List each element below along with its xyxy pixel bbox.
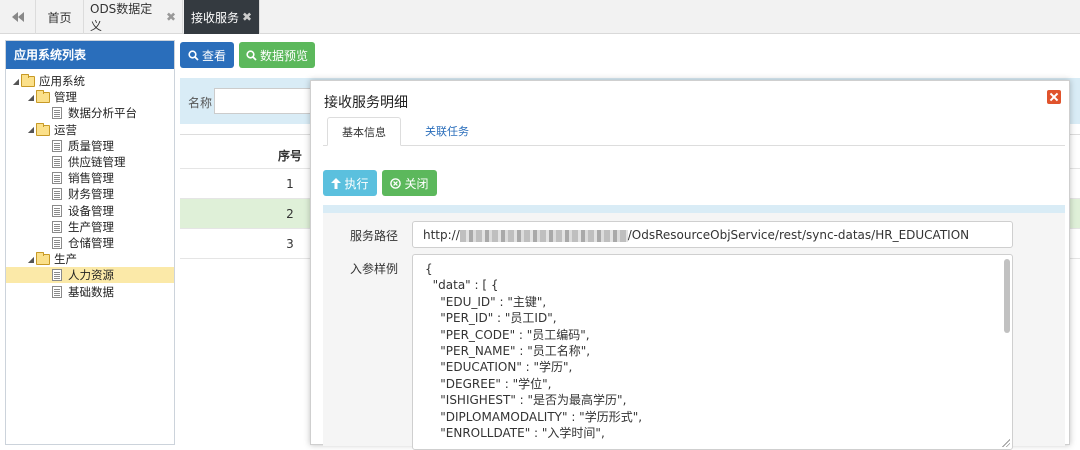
folder-icon xyxy=(36,122,51,136)
tab-home[interactable]: 首页 xyxy=(36,0,84,34)
tree-node-operations[interactable]: ◢ 运营 xyxy=(6,122,174,138)
service-path-label: 服务路径 xyxy=(350,229,399,243)
tree-node-warehouse[interactable]: 仓储管理 xyxy=(6,235,174,251)
file-icon xyxy=(50,236,65,249)
tree-node-management[interactable]: ◢ 管理 xyxy=(6,89,174,105)
tree-node-label: 生产管理 xyxy=(68,219,114,234)
tree-node-production-mgmt[interactable]: 生产管理 xyxy=(6,219,174,235)
name-label: 名称 xyxy=(188,96,213,110)
close-icon[interactable]: ✖ xyxy=(166,10,176,24)
close-circle-icon xyxy=(390,177,402,189)
tree-node-label: 财务管理 xyxy=(68,187,114,202)
tree-node-label: 管理 xyxy=(54,90,77,105)
tree-node-data-analysis[interactable]: 数据分析平台 xyxy=(6,105,174,121)
tree-node-label: 仓储管理 xyxy=(68,235,114,250)
folder-icon xyxy=(36,252,51,266)
tree-node-label: 数据分析平台 xyxy=(68,106,137,121)
file-icon xyxy=(50,156,65,169)
file-icon xyxy=(50,204,65,217)
collapse-icon[interactable]: ◢ xyxy=(26,125,36,134)
dialog-tabs: 基本信息 关联任务 xyxy=(323,117,1065,146)
execute-button-label: 执行 xyxy=(344,176,369,191)
file-icon xyxy=(50,172,65,185)
resize-handle-icon[interactable] xyxy=(1002,439,1010,447)
folder-icon xyxy=(21,74,36,88)
detail-form: 服务路径 http:///OdsResourceObjService/rest/… xyxy=(323,205,1065,450)
close-icon[interactable]: ✖ xyxy=(242,10,252,24)
file-icon xyxy=(50,107,65,120)
close-button[interactable]: 关闭 xyxy=(382,170,437,196)
receive-service-detail-dialog: 接收服务明细 基本信息 关联任务 执行 关闭 服务路径 http:///OdsR… xyxy=(310,80,1070,450)
tree-node-label: 生产 xyxy=(54,252,77,267)
panel-title: 应用系统列表 xyxy=(6,41,174,69)
folder-icon xyxy=(36,90,51,104)
tree-node-label: 供应链管理 xyxy=(68,155,126,170)
tree-node-label: 基础数据 xyxy=(68,284,114,299)
tree-node-production[interactable]: ◢ 生产 xyxy=(6,251,174,267)
tree-node-label: 应用系统 xyxy=(39,74,85,89)
tree-node-app-system[interactable]: ◢ 应用系统 xyxy=(6,73,174,89)
tab-related-tasks[interactable]: 关联任务 xyxy=(411,117,483,146)
service-path-value: http:///OdsResourceObjService/rest/sync-… xyxy=(423,228,970,242)
tab-ods-definition-label: ODS数据定义 xyxy=(90,2,153,33)
tree-node-label: 人力资源 xyxy=(68,268,114,283)
tab-bar: 首页 ODS数据定义 ✖ 接收服务 ✖ xyxy=(0,0,1080,34)
tree-node-label: 质量管理 xyxy=(68,138,114,153)
tab-receive-service-label: 接收服务 xyxy=(190,10,239,25)
service-path-field[interactable]: http:///OdsResourceObjService/rest/sync-… xyxy=(412,221,1013,248)
file-icon xyxy=(50,188,65,201)
view-button-label: 查看 xyxy=(201,48,226,63)
close-icon[interactable] xyxy=(1047,90,1061,104)
dialog-title: 接收服务明细 xyxy=(324,95,408,111)
tab-home-label: 首页 xyxy=(47,10,72,25)
tree-node-supply-chain[interactable]: 供应链管理 xyxy=(6,154,174,170)
data-preview-button-label: 数据预览 xyxy=(259,48,308,63)
close-button-label: 关闭 xyxy=(404,176,429,191)
view-button[interactable]: 查看 xyxy=(180,42,234,68)
tree-node-base-data[interactable]: 基础数据 xyxy=(6,283,174,299)
tree-node-equipment[interactable]: 设备管理 xyxy=(6,203,174,219)
collapse-icon[interactable]: ◢ xyxy=(26,255,36,264)
tree-node-finance[interactable]: 财务管理 xyxy=(6,186,174,202)
data-preview-button[interactable]: 数据预览 xyxy=(239,42,315,68)
collapse-icon[interactable]: ◢ xyxy=(26,93,36,102)
tree-node-label: 运营 xyxy=(54,122,77,137)
param-example-textarea[interactable]: { "data" : [ { "EDU_ID" : "主键", "PER_ID"… xyxy=(412,254,1013,450)
param-example-label: 入参样例 xyxy=(350,262,399,276)
tree-node-label: 设备管理 xyxy=(68,203,114,218)
tree-node-hr[interactable]: 人力资源 xyxy=(6,267,174,284)
file-icon xyxy=(50,285,65,298)
scrollbar[interactable] xyxy=(1004,259,1010,333)
app-tree: ◢ 应用系统 ◢ 管理 数据分析平台 ◢ 运营 质量管理 供应链管理 销售管理 … xyxy=(6,69,174,300)
tree-node-quality[interactable]: 质量管理 xyxy=(6,138,174,154)
scroll-left-icon[interactable] xyxy=(0,0,36,34)
arrow-up-icon xyxy=(331,177,342,189)
file-icon xyxy=(50,220,65,233)
search-icon xyxy=(246,49,257,61)
tree-node-label: 销售管理 xyxy=(68,171,114,186)
masked-host xyxy=(459,229,628,242)
app-system-panel: 应用系统列表 ◢ 应用系统 ◢ 管理 数据分析平台 ◢ 运营 质量管理 供应链管… xyxy=(5,40,175,445)
tree-node-sales[interactable]: 销售管理 xyxy=(6,170,174,186)
tab-ods-definition[interactable]: ODS数据定义 ✖ xyxy=(84,0,183,34)
tab-basic-info[interactable]: 基本信息 xyxy=(327,117,401,146)
tab-receive-service[interactable]: 接收服务 ✖ xyxy=(184,0,260,34)
collapse-icon[interactable]: ◢ xyxy=(11,77,21,86)
param-example-content: { "data" : [ { "EDU_ID" : "主键", "PER_ID"… xyxy=(425,262,643,440)
search-icon xyxy=(188,49,199,61)
file-icon xyxy=(50,139,65,152)
execute-button[interactable]: 执行 xyxy=(323,170,377,196)
file-icon xyxy=(50,269,65,282)
